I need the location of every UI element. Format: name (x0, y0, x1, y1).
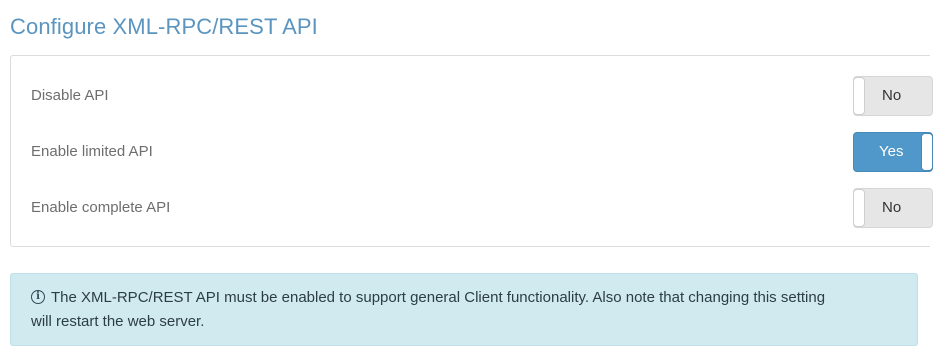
api-settings-panel: Disable API No Enable limited API Yes En… (10, 55, 933, 247)
toggle-knob (921, 133, 933, 171)
setting-label-disable-api: Disable API (31, 87, 109, 104)
toggle-state-text: No (882, 199, 902, 216)
toggle-knob (853, 77, 865, 115)
setting-row-enable-complete-api: Enable complete API No (11, 188, 933, 228)
setting-row-enable-limited-api: Enable limited API Yes (11, 132, 933, 172)
setting-label-enable-complete-api: Enable complete API (31, 199, 171, 216)
alert-message: The XML-RPC/REST API must be enabled to … (31, 289, 826, 330)
disable-api-toggle[interactable]: No (853, 76, 933, 116)
toggle-knob (853, 189, 865, 227)
enable-limited-api-toggle[interactable]: Yes (853, 132, 933, 172)
page-title: Configure XML-RPC/REST API (10, 14, 318, 39)
toggle-state-text: No (882, 87, 902, 104)
info-alert: i The XML-RPC/REST API must be enabled t… (10, 273, 918, 346)
toggle-state-text: Yes (879, 143, 904, 160)
setting-label-enable-limited-api: Enable limited API (31, 143, 153, 160)
enable-complete-api-toggle[interactable]: No (853, 188, 933, 228)
setting-row-disable-api: Disable API No (11, 76, 933, 116)
